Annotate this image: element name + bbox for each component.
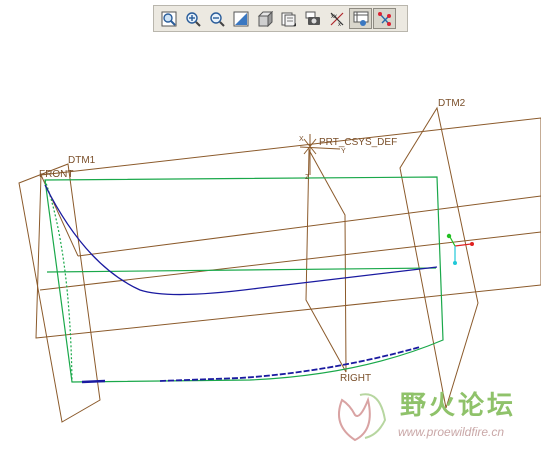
sketch-display-button[interactable] [373, 8, 396, 29]
label-csys-x: X [299, 136, 304, 143]
zoom-window-icon [161, 11, 177, 27]
datum-display-icon: xx x [329, 11, 345, 27]
style-curve[interactable] [44, 184, 438, 384]
datum-display-button[interactable]: xx x [325, 8, 348, 29]
csys-triad [446, 233, 474, 265]
svg-text:xx: xx [331, 14, 337, 20]
spin-center-button[interactable] [349, 8, 372, 29]
saved-views-button[interactable] [277, 8, 300, 29]
datum-plane-front[interactable] [35, 117, 541, 339]
zoom-out-button[interactable] [205, 8, 228, 29]
zoom-in-button[interactable] [181, 8, 204, 29]
display-style-button[interactable] [253, 8, 276, 29]
svg-text:x: x [338, 22, 341, 27]
repaint-button[interactable] [229, 8, 252, 29]
label-csys-z: Z [305, 174, 310, 181]
saved-views-icon [281, 11, 297, 27]
camera-icon [305, 11, 321, 27]
zoom-out-icon [209, 11, 225, 27]
repaint-icon [233, 11, 249, 27]
view-toolbar: xx x [153, 5, 408, 32]
label-csys: PRT_CSYS_DEF [319, 137, 397, 148]
screenshot-button[interactable] [301, 8, 324, 29]
datum-plane-dtm2[interactable] [399, 106, 479, 409]
datum-plane-right[interactable] [305, 148, 347, 373]
zoom-in-icon [185, 11, 201, 27]
label-csys-y: Y [341, 148, 346, 155]
sketch-nodes-icon [377, 11, 393, 27]
watermark-url: www.proewildfire.cn [398, 425, 505, 439]
label-front: FRONT [39, 169, 73, 180]
spin-center-icon [353, 11, 369, 27]
label-dtm1: DTM1 [68, 155, 96, 166]
cube-shaded-icon [257, 10, 273, 27]
surface-boundary[interactable] [44, 176, 444, 383]
watermark-title: 野火论坛 [400, 391, 517, 421]
datum-plane-top[interactable] [39, 174, 541, 291]
label-dtm2: DTM2 [438, 98, 466, 109]
zoom-window-button[interactable] [157, 8, 180, 29]
